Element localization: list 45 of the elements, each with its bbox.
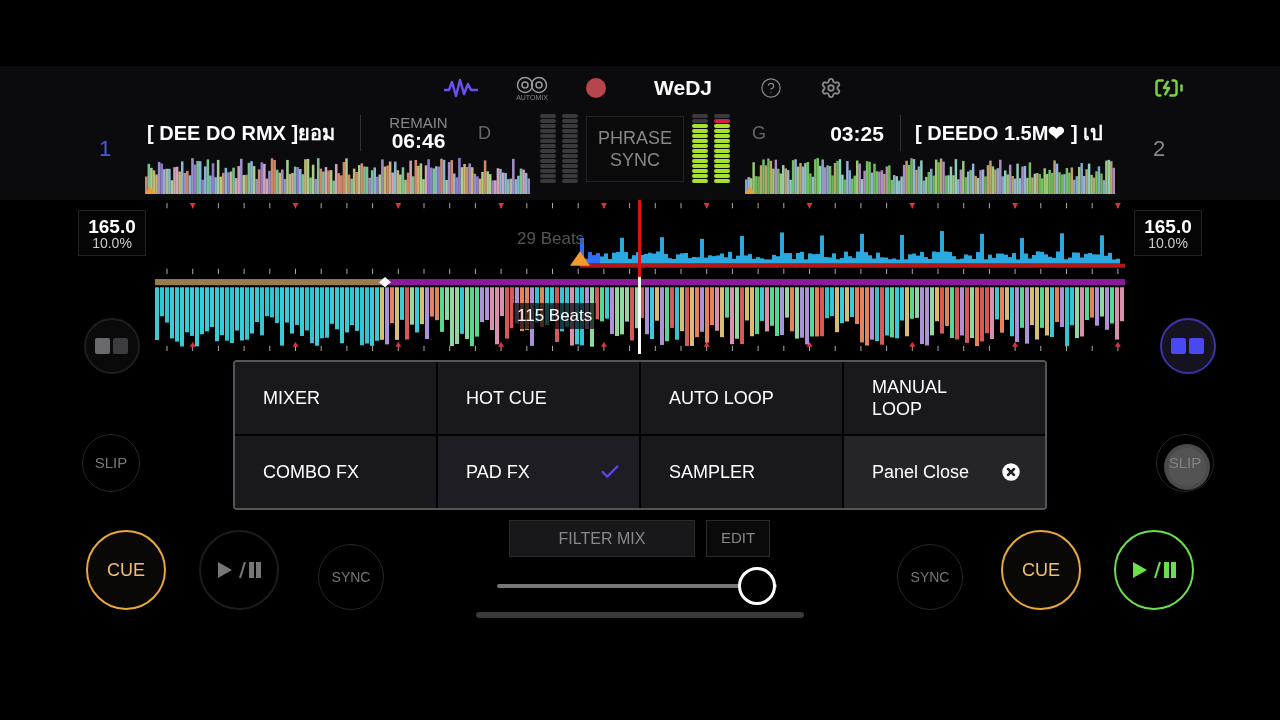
track-title: [ DEEDO 1.5M❤ ] เป bbox=[915, 122, 1104, 144]
panel-tab[interactable]: MIXER bbox=[235, 362, 436, 434]
play-pause-icon bbox=[1131, 561, 1177, 579]
waveform-icon bbox=[444, 78, 478, 98]
panel-tab[interactable]: AUTO LOOP bbox=[641, 362, 842, 434]
bpm-value: 165.0 bbox=[88, 216, 136, 236]
crossfader-thumb[interactable] bbox=[738, 567, 777, 605]
panel-tab[interactable]: PAD FX bbox=[438, 436, 639, 508]
key-label: G bbox=[752, 122, 766, 143]
deck-number[interactable]: 2 bbox=[1115, 110, 1166, 165]
cue-button[interactable]: CUE bbox=[1001, 530, 1081, 610]
close-icon bbox=[999, 460, 1023, 484]
help-icon[interactable] bbox=[760, 77, 782, 99]
beats-label: 29 Beats bbox=[516, 228, 586, 250]
deck-number[interactable]: 1 bbox=[0, 110, 145, 165]
edit-button[interactable]: EDIT bbox=[706, 520, 770, 557]
settings-icon[interactable] bbox=[820, 77, 842, 99]
remain-label: REMAIN bbox=[389, 115, 448, 130]
cue-button[interactable]: CUE bbox=[86, 530, 166, 610]
pad-mode-button[interactable] bbox=[84, 318, 140, 374]
level-meter bbox=[540, 114, 556, 183]
time-display: 03:25 bbox=[830, 122, 884, 144]
panel-close-button[interactable]: Panel Close bbox=[844, 436, 1045, 508]
pad-squares-icon bbox=[95, 338, 129, 354]
panel-tab[interactable]: HOT CUE bbox=[438, 362, 639, 434]
pitch-value: 10.0% bbox=[1148, 235, 1188, 250]
automix-icon bbox=[516, 75, 548, 94]
key-label: D bbox=[478, 122, 491, 143]
pad-squares-icon bbox=[1171, 338, 1205, 354]
track-title: [ DEE DO RMX ]ยอม bbox=[147, 122, 336, 144]
app-logo: WeDJ bbox=[654, 75, 712, 102]
phrase-sync-button[interactable]: PHRASE SYNC bbox=[586, 115, 684, 182]
record-button[interactable] bbox=[586, 78, 606, 98]
beats-label: 115 Beats bbox=[513, 303, 597, 329]
time-display: 06:46 bbox=[391, 130, 446, 151]
touch-indicator bbox=[1164, 444, 1210, 490]
bpm-value: 165.0 bbox=[1144, 216, 1192, 236]
level-meter bbox=[562, 114, 578, 183]
panel-tab[interactable]: COMBO FX bbox=[235, 436, 436, 508]
pitch-value: 10.0% bbox=[92, 235, 132, 250]
filter-mix-button[interactable]: FILTER MIX bbox=[509, 520, 695, 557]
play-pause-icon bbox=[216, 561, 262, 579]
pad-mode-button[interactable] bbox=[1160, 318, 1216, 374]
panel-tab[interactable]: SAMPLER bbox=[641, 436, 842, 508]
panel-tab[interactable]: MANUAL LOOP bbox=[844, 362, 1045, 434]
